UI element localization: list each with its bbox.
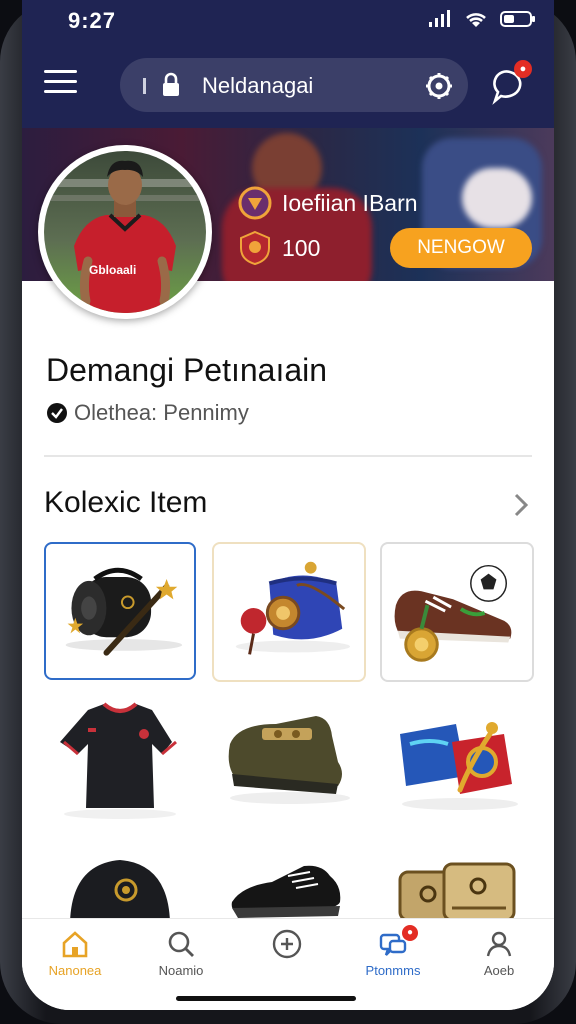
profile-subtitle: Olethea: Pennimy	[74, 400, 249, 425]
home-indicator[interactable]	[176, 996, 356, 1001]
profile-avatar[interactable]: Gbloaali	[38, 145, 212, 319]
blue-pouch-with-key-icon	[235, 561, 351, 655]
wifi-icon	[466, 13, 486, 27]
status-icons	[428, 10, 536, 28]
profile-name: Demangi Petınaıain	[46, 352, 328, 388]
notifications-button[interactable]: ●	[486, 60, 534, 110]
collection-item[interactable]	[44, 694, 196, 832]
banner-player-figure	[462, 168, 532, 228]
collection-item[interactable]	[212, 694, 364, 832]
team-crest-icon	[238, 186, 272, 220]
profile-icon	[486, 931, 512, 957]
black-jersey-icon	[60, 702, 177, 819]
collection-item-card[interactable]	[44, 542, 196, 680]
status-time: 9:27	[68, 8, 117, 33]
nav-label-search: Noamio	[158, 963, 204, 978]
menu-bar	[44, 80, 77, 83]
nav-label-home: Nanonea	[48, 963, 102, 978]
collection-item-card[interactable]	[212, 542, 366, 682]
search-bar[interactable]: Neldanagai	[120, 58, 468, 112]
lock-icon	[163, 72, 179, 96]
chevron-right-icon[interactable]	[506, 490, 536, 520]
nav-label-profile: Aoeb	[483, 963, 515, 978]
tan-wallets-icon	[398, 862, 516, 922]
nav-item-home[interactable]: Nanonea	[22, 919, 128, 1010]
player-photo	[44, 151, 206, 313]
nav-item-profile[interactable]: Aoeb	[446, 919, 552, 1010]
messages-badge: ●	[402, 925, 418, 941]
nav-item-messages[interactable]: ● Ptonmms	[340, 919, 446, 1010]
points-row: 100	[238, 230, 320, 266]
points-value: 100	[282, 234, 321, 261]
blue-red-bags-icon	[400, 722, 518, 810]
add-circle-icon	[272, 929, 302, 959]
battery-icon	[500, 11, 535, 27]
team-name: Ioefiian IBarn	[282, 189, 418, 216]
phone-frame: 9:27 Neldanagai ● Gbloaali Ioefiian IBar…	[0, 0, 576, 1024]
green-shoe-icon	[228, 716, 350, 804]
menu-bar	[44, 90, 77, 93]
black-cap-icon	[70, 860, 170, 922]
screen: 9:27 Neldanagai ● Gbloaali Ioefiian IBar…	[22, 0, 554, 1010]
collection-item[interactable]	[380, 694, 532, 832]
jersey-text: Gbloaali	[89, 263, 137, 277]
settings-icon[interactable]	[424, 71, 454, 101]
section-title: Kolexic Item	[44, 486, 208, 519]
football-boot-with-medal-icon	[394, 564, 512, 662]
home-icon	[62, 931, 88, 958]
menu-button[interactable]	[44, 70, 80, 100]
cursor-icon	[143, 78, 146, 94]
black-bag-with-wand-icon	[65, 567, 183, 656]
menu-bar	[44, 70, 77, 73]
verified-icon	[47, 403, 67, 423]
search-icon	[168, 931, 194, 957]
collection-item-card[interactable]	[380, 542, 534, 682]
profile-subtitle-row: Olethea: Pennimy	[46, 400, 249, 426]
divider	[44, 455, 532, 457]
notification-badge: ●	[514, 60, 532, 78]
follow-button[interactable]: NENGOW	[390, 228, 532, 268]
points-shield-icon	[240, 230, 270, 266]
search-text: Neldanagai	[202, 73, 314, 98]
nav-label-messages: Ptonmms	[365, 963, 421, 978]
team-row: Ioefiian IBarn	[238, 186, 418, 220]
signal-icon	[429, 10, 450, 27]
black-shoe-icon	[231, 865, 341, 918]
top-bar: 9:27 Neldanagai ●	[22, 0, 554, 128]
